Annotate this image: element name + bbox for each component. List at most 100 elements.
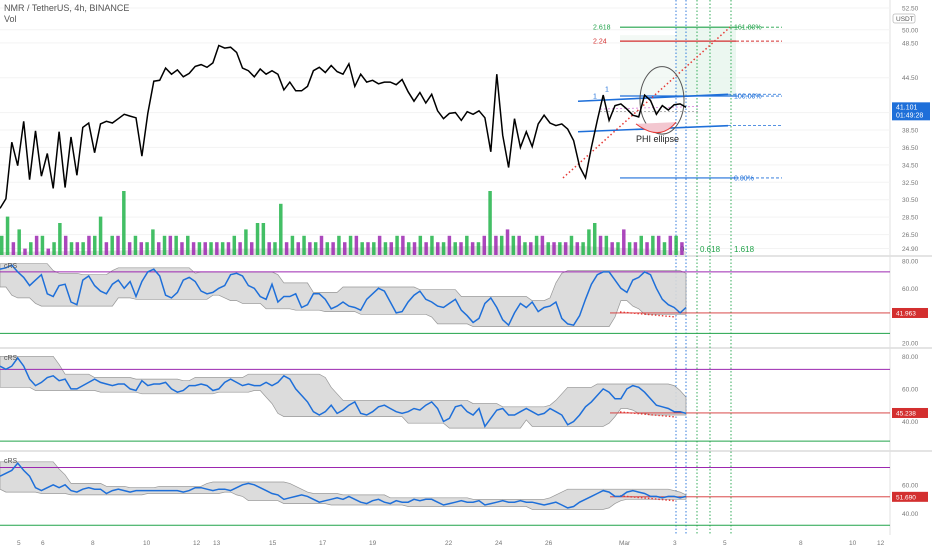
time-axis-tick: 5 <box>17 540 21 547</box>
symbol-title[interactable]: NMR / TetherUS, 4h, BINANCE <box>4 3 129 14</box>
volume-bar <box>0 235 4 255</box>
volume-bar <box>651 235 655 255</box>
volume-bar <box>523 242 527 255</box>
current-price-value: 41.101 <box>896 104 918 111</box>
volume-bar <box>470 242 475 255</box>
volume-bar <box>418 235 423 255</box>
volume-bar <box>122 191 126 255</box>
volume-bar <box>482 235 487 255</box>
time-fib-label: 0.618 <box>700 245 721 254</box>
volume-bar <box>279 203 283 255</box>
volume-bar <box>220 242 225 255</box>
volume-bar <box>488 191 492 255</box>
volume-bar <box>622 229 626 255</box>
volume-bar <box>156 242 161 255</box>
price-axis-tick: 48.50 <box>902 40 919 47</box>
volume-bar <box>296 242 300 255</box>
volume-bar <box>232 235 237 255</box>
time-axis-tick: 10 <box>143 540 151 547</box>
fib-level-label: 2.24 <box>593 39 607 46</box>
volume-bar <box>63 235 68 255</box>
volume-bar <box>383 242 388 255</box>
volume-bar <box>40 235 45 255</box>
volume-bar <box>395 235 399 255</box>
volume-bar <box>203 242 207 255</box>
time-axis-tick: 5 <box>723 540 727 547</box>
volume-bar <box>75 242 80 255</box>
chart-header: NMR / TetherUS, 4h, BINANCE Vol <box>4 3 129 25</box>
indicator-axis-tick: 60.00 <box>902 286 919 293</box>
indicator-axis-tick: 80.00 <box>902 354 919 361</box>
time-axis-tick: 24 <box>495 540 503 547</box>
volume-bar <box>267 242 271 255</box>
volume-bar <box>162 235 167 255</box>
indicator-value-text: 41.963 <box>896 310 916 317</box>
volume-bar <box>633 242 638 255</box>
volume-bar <box>465 235 469 255</box>
volume-bar <box>11 242 16 255</box>
volume-bar <box>34 235 39 255</box>
volume-bar <box>645 242 649 255</box>
volume-bar <box>116 235 120 255</box>
volume-bar <box>662 242 667 255</box>
indicator-label: cRS <box>4 458 18 465</box>
volume-bar <box>133 235 138 255</box>
volume-bar <box>616 242 620 255</box>
time-axis-tick: 19 <box>369 540 377 547</box>
time-axis-tick: 12 <box>877 540 885 547</box>
volume-bar <box>552 242 556 255</box>
volume-bar <box>366 242 370 255</box>
indicator-axis-tick: 40.00 <box>902 511 919 518</box>
volume-bar <box>563 242 568 255</box>
volume-bar <box>569 235 574 255</box>
volume-bar <box>511 235 516 255</box>
volume-bar <box>273 242 277 255</box>
fib-level-label: 1 <box>593 94 597 101</box>
price-axis-tick: 36.50 <box>902 145 919 152</box>
volume-bar <box>313 242 318 255</box>
price-axis-tick: 44.50 <box>902 75 919 82</box>
volume-bar <box>494 235 498 255</box>
volume-bar <box>517 235 521 255</box>
volume-bar <box>499 235 504 255</box>
volume-bar <box>372 242 376 255</box>
volume-bar <box>558 242 562 255</box>
volume-bar <box>302 235 306 255</box>
volume-bar <box>337 235 341 255</box>
volume-bar <box>610 242 614 255</box>
volume-bar <box>668 235 673 255</box>
volume-bar <box>656 235 661 255</box>
volume-bar <box>406 242 411 255</box>
price-line <box>0 44 687 209</box>
volume-bar <box>215 242 219 255</box>
volume-bar <box>261 223 266 255</box>
volume-bar <box>412 242 417 255</box>
volume-bar <box>186 235 190 255</box>
chart-canvas: 52.5050.0048.5044.5040.5038.5036.5034.50… <box>0 0 932 547</box>
indicator-envelope <box>0 263 687 327</box>
volume-bar <box>348 235 353 255</box>
indicator-axis-tick: 80.00 <box>902 259 919 266</box>
price-axis-tick: 30.50 <box>902 197 919 204</box>
indicator-axis-tick: 20.00 <box>902 341 919 348</box>
fib-target-zone <box>676 27 736 97</box>
time-axis-tick: 17 <box>319 540 327 547</box>
volume-bar <box>23 248 27 255</box>
volume-bar <box>587 229 591 255</box>
volume-bar <box>238 242 242 255</box>
price-axis-tick: 34.50 <box>902 162 919 169</box>
volume-bar <box>52 242 56 255</box>
indicator-axis-tick: 40.00 <box>902 419 919 426</box>
volume-bar <box>308 242 312 255</box>
volume-bar <box>174 235 178 255</box>
volume-label: Vol <box>4 14 17 24</box>
volume-bar <box>592 223 597 255</box>
volume-bar <box>284 242 289 255</box>
volume-bar <box>389 242 393 255</box>
volume-bar <box>674 235 678 255</box>
indicator-value-text: 51.690 <box>896 494 916 501</box>
volume-bar <box>476 242 481 255</box>
chart-root: 52.5050.0048.5044.5040.5038.5036.5034.50… <box>0 0 932 550</box>
time-axis-tick: 6 <box>41 540 45 547</box>
time-axis-tick: 3 <box>673 540 677 547</box>
